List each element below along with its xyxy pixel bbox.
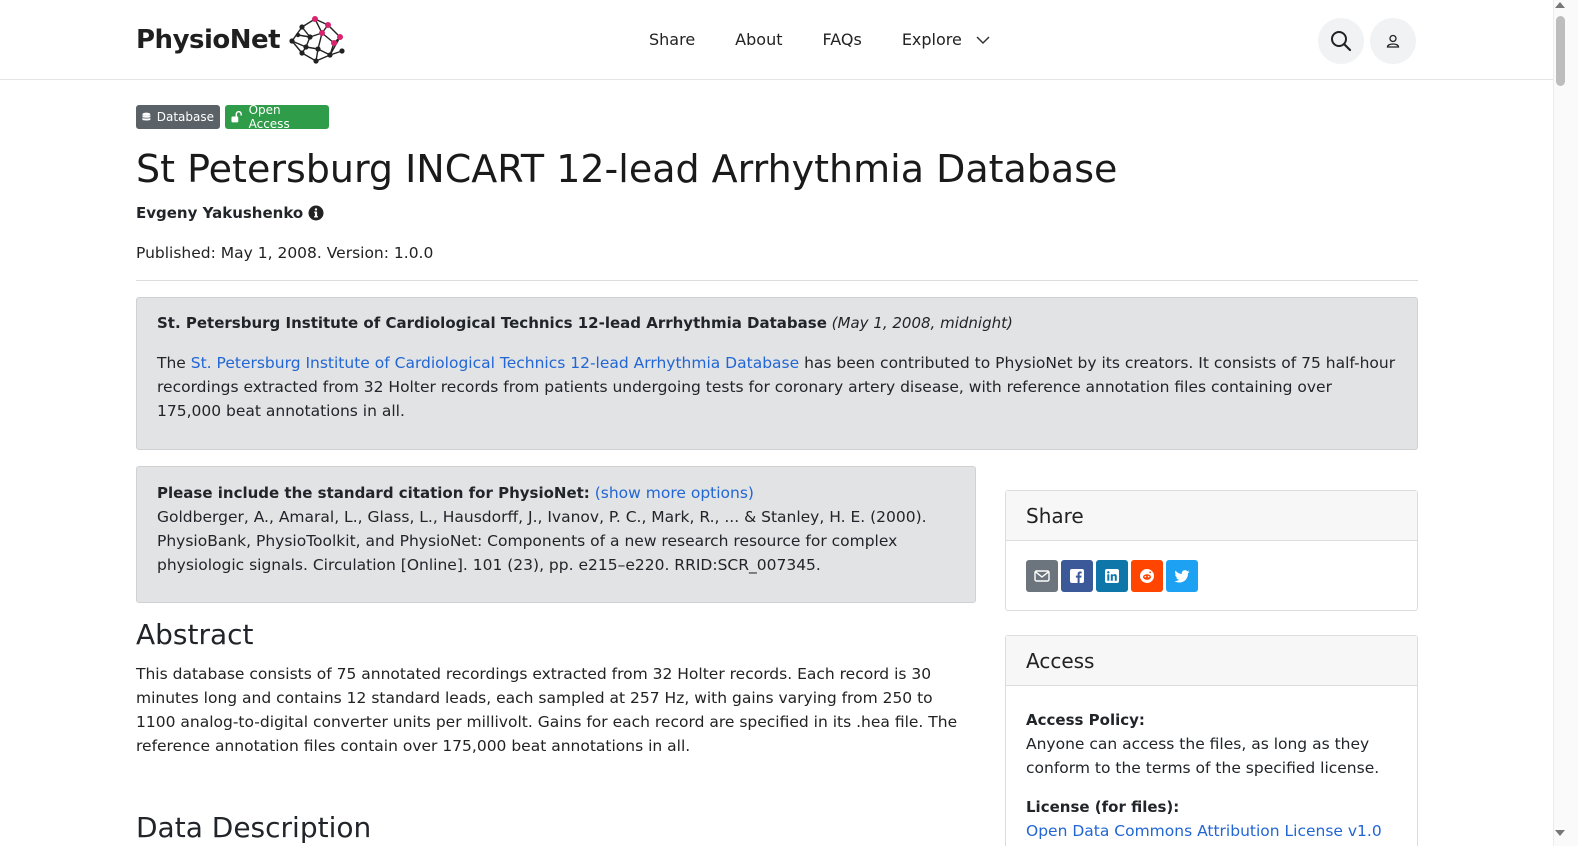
database-badge-label: Database — [156, 110, 214, 124]
share-card-title: Share — [1006, 491, 1417, 541]
license-label: License (for files): — [1026, 798, 1180, 816]
author-name: Evgeny Yakushenko — [136, 204, 304, 222]
email-icon — [1034, 570, 1050, 582]
access-card: Access Access Policy: Anyone can access … — [1005, 635, 1418, 846]
share-twitter-button[interactable] — [1166, 560, 1198, 592]
unlock-icon — [231, 111, 242, 123]
search-button[interactable] — [1318, 18, 1364, 64]
user-icon — [1386, 34, 1400, 48]
nav-about[interactable]: About — [735, 28, 782, 52]
abstract-heading: Abstract — [136, 618, 254, 651]
search-icon — [1331, 31, 1352, 52]
scroll-up-arrow-icon[interactable] — [1555, 2, 1565, 8]
database-badge: Database — [136, 105, 220, 129]
linkedin-icon — [1105, 569, 1119, 583]
info-icon[interactable] — [308, 205, 324, 221]
announcement-database-link[interactable]: St. Petersburg Institute of Cardiologica… — [191, 354, 799, 372]
access-card-title: Access — [1006, 636, 1417, 686]
citation-box: Please include the standard citation for… — [136, 466, 976, 603]
access-policy-text: Anyone can access the files, as long as … — [1026, 735, 1380, 777]
scrollbar-thumb[interactable] — [1556, 16, 1565, 86]
nav-explore[interactable]: Explore — [902, 28, 990, 52]
chevron-down-icon — [976, 36, 990, 45]
divider — [136, 280, 1418, 281]
announcement-body-prefix: The — [157, 354, 191, 372]
navbar: PhysioNet Share About FAQs Explore — [0, 0, 1553, 80]
announcement-date: (May 1, 2008, midnight) — [831, 314, 1013, 332]
page-title: St Petersburg INCART 12-lead Arrhythmia … — [136, 147, 1118, 191]
access-policy-label: Access Policy: — [1026, 711, 1145, 729]
reddit-icon — [1140, 569, 1154, 583]
open-access-badge: Open Access — [225, 103, 329, 131]
account-button[interactable] — [1370, 18, 1416, 64]
database-icon — [142, 112, 151, 121]
abstract-text: This database consists of 75 annotated r… — [136, 665, 958, 755]
brand-name: PhysioNet — [136, 25, 281, 55]
citation-text: Goldberger, A., Amaral, L., Glass, L., H… — [157, 508, 927, 574]
announcement-heading: St. Petersburg Institute of Cardiologica… — [157, 312, 1397, 334]
scrollbar-track[interactable] — [1553, 0, 1578, 846]
access-card-body: Access Policy: Anyone can access the fil… — [1006, 686, 1417, 846]
share-card: Share — [1005, 490, 1418, 611]
nav-share[interactable]: Share — [649, 28, 695, 52]
announcement-box: St. Petersburg Institute of Cardiologica… — [136, 297, 1418, 450]
share-buttons — [1006, 541, 1417, 611]
author: Evgeny Yakushenko — [136, 203, 324, 223]
share-email-button[interactable] — [1026, 560, 1058, 592]
license-link[interactable]: Open Data Commons Attribution License v1… — [1026, 822, 1382, 840]
data-description-heading: Data Description — [136, 811, 372, 844]
scroll-down-arrow-icon[interactable] — [1555, 830, 1565, 836]
published-info: Published: May 1, 2008. Version: 1.0.0 — [136, 244, 434, 262]
nav-explore-label: Explore — [901, 30, 962, 49]
nav-faqs[interactable]: FAQs — [822, 28, 861, 52]
share-facebook-button[interactable] — [1061, 560, 1093, 592]
open-access-badge-label: Open Access — [248, 103, 290, 131]
twitter-icon — [1174, 569, 1190, 582]
citation-heading: Please include the standard citation for… — [157, 484, 590, 502]
announcement-body: The St. Petersburg Institute of Cardiolo… — [157, 351, 1399, 423]
show-more-options-link[interactable]: (show more options) — [595, 484, 754, 502]
facebook-icon — [1070, 569, 1084, 583]
announcement-title: St. Petersburg Institute of Cardiologica… — [157, 314, 827, 332]
share-linkedin-button[interactable] — [1096, 560, 1128, 592]
main-nav: Share About FAQs Explore — [649, 28, 990, 52]
share-reddit-button[interactable] — [1131, 560, 1163, 592]
project-badges: Database Open Access — [136, 103, 334, 131]
physionet-logo-icon — [289, 16, 345, 64]
brand-link[interactable]: PhysioNet — [136, 14, 346, 66]
